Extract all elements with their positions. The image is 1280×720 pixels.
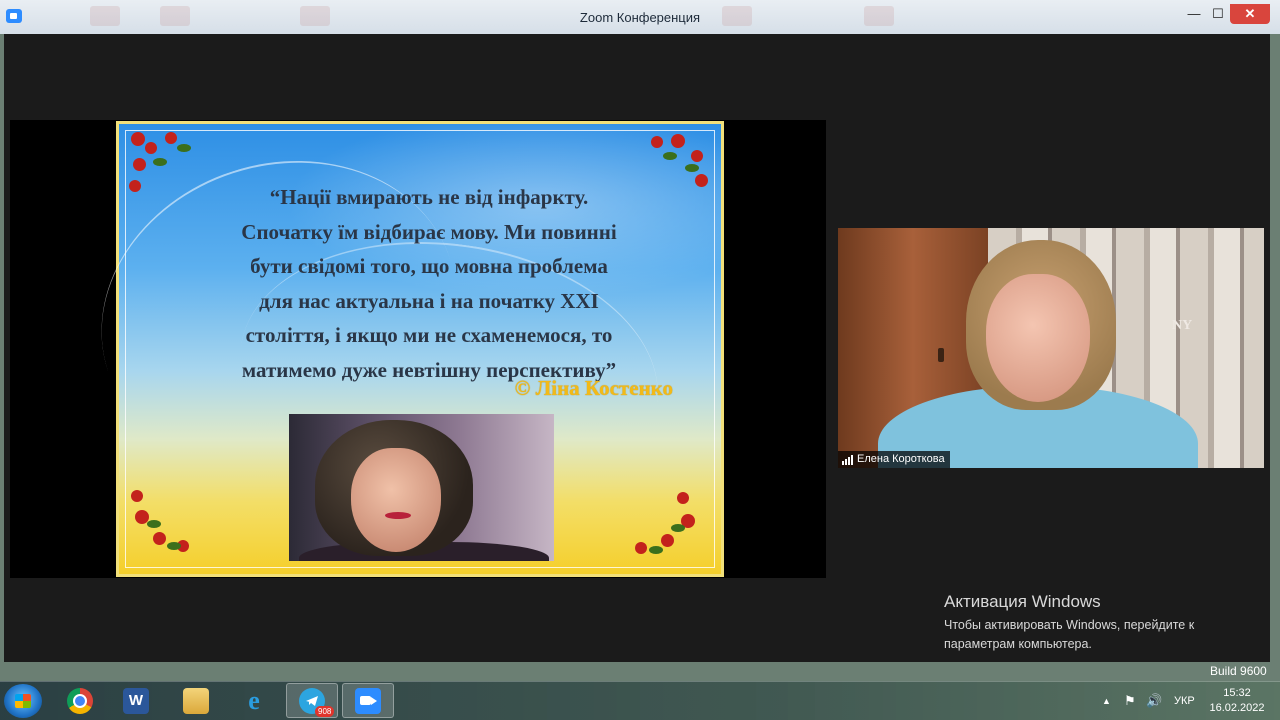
taskbar-zoom[interactable]	[342, 683, 394, 718]
participant-name-tag: Елена Короткова	[838, 451, 950, 468]
start-button[interactable]	[4, 684, 42, 718]
telegram-unread-badge: 908	[315, 706, 335, 717]
taskbar-explorer[interactable]	[170, 683, 222, 718]
taskbar: W e 908 ▲ ⚑ 🔊 УКР 15:32 16.02.2022	[0, 681, 1280, 720]
activation-text: параметрам компьютера.	[944, 637, 1092, 651]
wall-text: NY	[1172, 318, 1193, 333]
participant-video-tile[interactable]: NY	[838, 228, 1264, 468]
internet-explorer-icon: e	[248, 685, 260, 715]
action-center-flag-icon[interactable]: ⚑	[1124, 682, 1136, 720]
door-knob	[938, 348, 944, 362]
slide-quote: “Нації вмирають не від інфаркту. Спочатк…	[159, 180, 699, 387]
folder-icon	[183, 687, 209, 714]
chrome-icon	[67, 687, 93, 714]
show-hidden-icons-button[interactable]: ▲	[1102, 682, 1111, 720]
activation-text: Чтобы активировать Windows, перейдите к	[944, 618, 1195, 632]
screen-share-view[interactable]: “Нації вмирають не від інфаркту. Спочатк…	[10, 115, 826, 578]
quote-line: для нас актуальна і на початку XXI	[259, 288, 599, 313]
close-button[interactable]: ✕	[1230, 4, 1270, 24]
quote-line: “Нації вмирають не від інфаркту.	[269, 185, 589, 209]
clock-time: 15:32	[1223, 687, 1251, 699]
volume-icon[interactable]: 🔊	[1146, 682, 1162, 720]
taskbar-word[interactable]: W	[110, 683, 162, 718]
clock-date: 16.02.2022	[1209, 702, 1265, 714]
participant-name: Елена Короткова	[857, 453, 945, 465]
quote-line: Спочатку їм відбирає мову. Ми повинні	[241, 219, 617, 244]
signal-strength-icon	[842, 454, 853, 465]
flower-ornament-icon	[125, 484, 195, 554]
window-title: Zoom Конференция	[579, 10, 701, 25]
author-portrait-photo	[289, 414, 554, 561]
taskbar-internet-explorer[interactable]: e	[228, 683, 280, 718]
taskbar-telegram[interactable]: 908	[286, 683, 338, 718]
zoom-icon	[355, 687, 381, 714]
presentation-slide: “Нації вмирають не від інфаркту. Спочатк…	[61, 115, 724, 577]
maximize-button[interactable]: ☐	[1204, 4, 1232, 24]
quote-line: століття, і якщо ми не схаменемося, то	[245, 323, 613, 347]
system-clock[interactable]: 15:32 16.02.2022	[1208, 686, 1266, 716]
word-icon: W	[123, 687, 149, 714]
participant-figure	[986, 274, 1090, 402]
build-label: Build 9600	[1210, 664, 1267, 678]
taskbar-chrome[interactable]	[54, 683, 106, 718]
activation-title: Активация Windows	[944, 592, 1101, 611]
flower-ornament-icon	[627, 490, 697, 560]
language-indicator[interactable]: УКР	[1174, 682, 1195, 720]
quote-author: © Ліна Костенко	[514, 376, 673, 400]
quote-line: бути свідомі того, що мовна проблема	[250, 254, 608, 278]
title-bar[interactable]: Zoom Конференция — ☐ ✕	[0, 0, 1280, 34]
windows-activation-watermark: Активация Windows Чтобы активировать Win…	[944, 592, 1244, 654]
